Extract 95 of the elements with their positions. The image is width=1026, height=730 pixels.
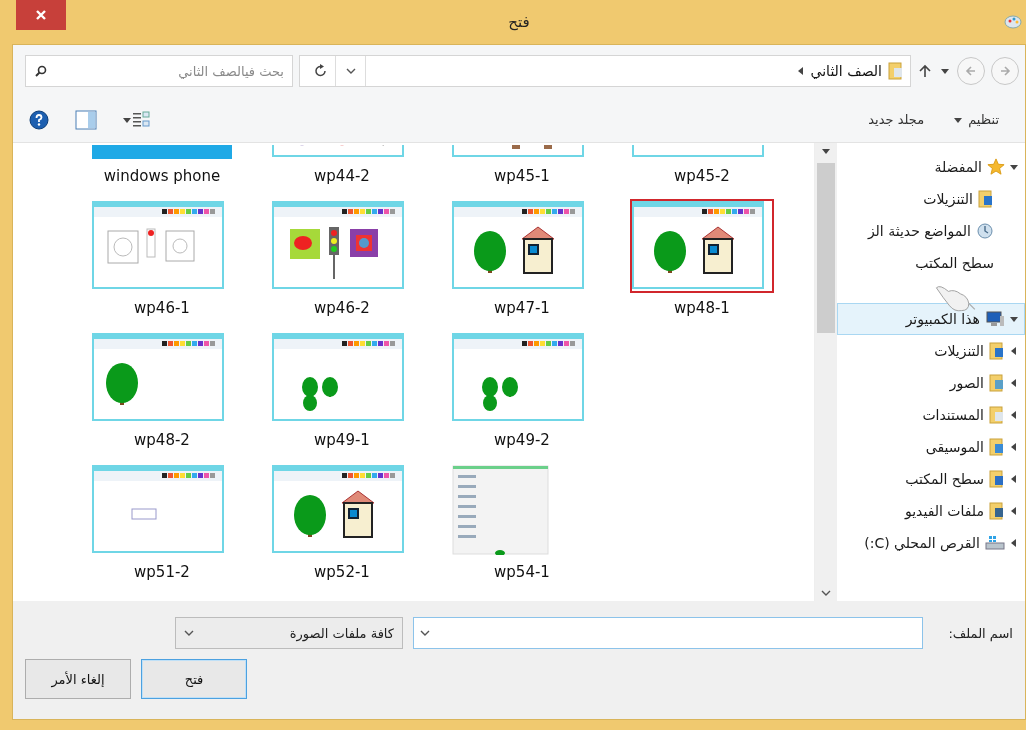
dialog-button[interactable]: إلغاء الأمر	[25, 659, 131, 699]
arrow-right-icon	[999, 65, 1011, 77]
nav-label: الصور	[949, 375, 984, 391]
expanded-arrow-icon	[1010, 163, 1018, 171]
chevron-down-icon	[345, 67, 356, 75]
folder-icon	[888, 62, 904, 80]
chevron-down-icon	[420, 629, 430, 637]
folder-icon	[989, 406, 1005, 424]
folder-icon	[989, 438, 1005, 456]
file-type-dropdown[interactable]: كافة ملفات الصورة	[175, 617, 403, 649]
file-name: wp51-2	[134, 563, 190, 581]
nav-label: الموسيقى	[925, 439, 984, 455]
caret-icon	[941, 67, 949, 75]
search-field[interactable]: بحث فيالصف الثاني	[25, 55, 293, 87]
folder-icon	[989, 374, 1005, 392]
file-name-label: اسم الملف:	[947, 625, 1013, 641]
star-icon	[987, 158, 1005, 176]
scroll-up-icon	[822, 147, 830, 155]
close-icon	[35, 9, 47, 21]
window-title: فتح	[508, 13, 530, 31]
folder-icon	[989, 470, 1005, 488]
caret-icon	[123, 115, 131, 124]
file-name: wp45-2	[674, 167, 730, 185]
file-name: wp54-1	[494, 563, 550, 581]
file-name: wp48-1	[674, 299, 730, 317]
close-button[interactable]	[16, 0, 66, 30]
up-button[interactable]	[917, 62, 933, 80]
preview-pane-icon	[75, 109, 97, 130]
expanded-arrow-icon	[1010, 315, 1018, 323]
nav-label: سطح المكتب	[905, 471, 984, 487]
collapsed-arrow-icon	[1010, 347, 1018, 355]
nav-item[interactable]: الصور	[837, 367, 1025, 399]
nav-item[interactable]: هذا الكمبيوتر	[837, 303, 1025, 335]
nav-item[interactable]: سطح المكتب	[837, 463, 1025, 495]
collapsed-arrow-icon	[1010, 379, 1018, 387]
new-folder-button[interactable]: مجلد جديد	[864, 108, 929, 131]
nav-item[interactable]: التنزيلات	[837, 335, 1025, 367]
chevron-down-icon	[184, 629, 194, 637]
nav-label: المواضع حديثة الز	[867, 223, 971, 239]
clock-folder-icon	[976, 222, 994, 240]
file-name: wp47-1	[494, 299, 550, 317]
preview-pane-button[interactable]	[73, 107, 99, 132]
computer-icon	[985, 310, 1005, 328]
file-name: wp49-1	[314, 431, 370, 449]
nav-item[interactable]: سطح المكتب	[837, 247, 1025, 279]
view-list-icon	[131, 109, 151, 130]
file-name: wp46-2	[314, 299, 370, 317]
path-segment[interactable]: الصف الثاني	[810, 63, 882, 79]
arrow-up-icon	[919, 64, 931, 78]
dialog-button[interactable]: فتح	[141, 659, 247, 699]
nav-label: سطح المكتب	[915, 255, 994, 271]
nav-item[interactable]: ملفات الفيديو	[837, 495, 1025, 527]
nav-label: التنزيلات	[934, 343, 984, 359]
collapsed-arrow-icon	[1010, 475, 1018, 483]
nav-label: ملفات الفيديو	[904, 503, 984, 519]
file-name: wp49-2	[494, 431, 550, 449]
nav-label: هذا الكمبيوتر	[905, 311, 980, 327]
file-name: wp48-2	[134, 431, 190, 449]
refresh-icon	[313, 64, 328, 78]
caret-icon	[954, 115, 963, 124]
collapsed-arrow-icon	[1010, 539, 1018, 547]
folder-icon	[978, 190, 994, 208]
organize-button[interactable]: تنظيم	[950, 108, 1003, 131]
nav-item[interactable]: التنزيلات	[837, 183, 1025, 215]
file-name: wp44-2	[314, 167, 370, 185]
paint-palette-icon	[1004, 14, 1022, 30]
nav-label: القرص المحلي (C:)	[864, 535, 980, 551]
file-name-field[interactable]	[413, 617, 923, 649]
nav-label: التنزيلات	[923, 191, 973, 207]
address-bar[interactable]: الصف الثاني	[299, 55, 911, 87]
collapsed-arrow-icon	[1010, 507, 1018, 515]
folder-icon	[989, 342, 1005, 360]
nav-item[interactable]: الموسيقى	[837, 431, 1025, 463]
file-name: wp46-1	[134, 299, 190, 317]
file-name: wp45-1	[494, 167, 550, 185]
nav-item[interactable]: المستندات	[837, 399, 1025, 431]
help-icon	[29, 109, 49, 130]
breadcrumb-arrow-icon	[796, 67, 805, 75]
collapsed-arrow-icon	[1010, 411, 1018, 419]
nav-item[interactable]: المفضلة	[837, 151, 1025, 183]
file-name: wp52-1	[314, 563, 370, 581]
arrow-left-icon	[965, 65, 977, 77]
scrollbar-thumb[interactable]	[817, 163, 835, 333]
file-name: windows phone	[103, 167, 221, 185]
scroll-down-icon	[821, 590, 831, 597]
nav-item[interactable]: المواضع حديثة الز	[837, 215, 1025, 247]
collapsed-arrow-icon	[1010, 443, 1018, 451]
search-icon	[35, 65, 47, 77]
image-thumbnail[interactable]	[630, 199, 774, 293]
folder-icon	[989, 502, 1005, 520]
nav-label: المفضلة	[934, 159, 982, 175]
drive-icon	[985, 535, 1005, 551]
help-button[interactable]	[27, 107, 51, 132]
nav-label: المستندات	[922, 407, 984, 423]
nav-item[interactable]: القرص المحلي (C:)	[837, 527, 1025, 559]
